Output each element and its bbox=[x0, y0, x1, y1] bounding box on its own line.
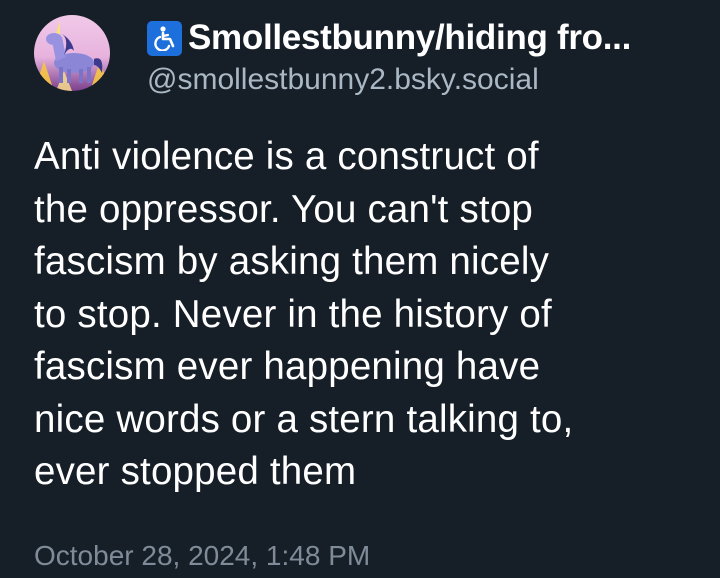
unicorn-avatar-icon bbox=[34, 15, 110, 91]
author-avatar[interactable] bbox=[34, 15, 110, 91]
post-text: Anti violence is a construct of the oppr… bbox=[34, 131, 694, 499]
post-text-line: to stop. Never in the history of bbox=[34, 292, 552, 336]
author-name-row[interactable]: Smollestbunny/hiding fro... bbox=[147, 17, 707, 59]
post-text-line: fascism by asking them nicely bbox=[34, 240, 550, 283]
post-header: Smollestbunny/hiding fro... @smollestbun… bbox=[147, 17, 707, 99]
post-text-line: Anti violence is a construct of bbox=[34, 135, 539, 178]
wheelchair-accessibility-icon bbox=[147, 20, 182, 56]
post-text-line: nice words or a stern talking to, bbox=[34, 397, 574, 441]
post-timestamp[interactable]: October 28, 2024, 1:48 PM bbox=[34, 538, 370, 574]
author-handle[interactable]: @smollestbunny2.bsky.social bbox=[147, 61, 707, 99]
post-text-line: the oppressor. You can't stop bbox=[34, 187, 534, 231]
post-text-line: ever stopped them bbox=[34, 450, 357, 493]
post-text-line: fascism ever happening have bbox=[34, 345, 541, 388]
author-display-name[interactable]: Smollestbunny/hiding fro... bbox=[188, 17, 631, 59]
post-card: Smollestbunny/hiding fro... @smollestbun… bbox=[0, 0, 720, 578]
